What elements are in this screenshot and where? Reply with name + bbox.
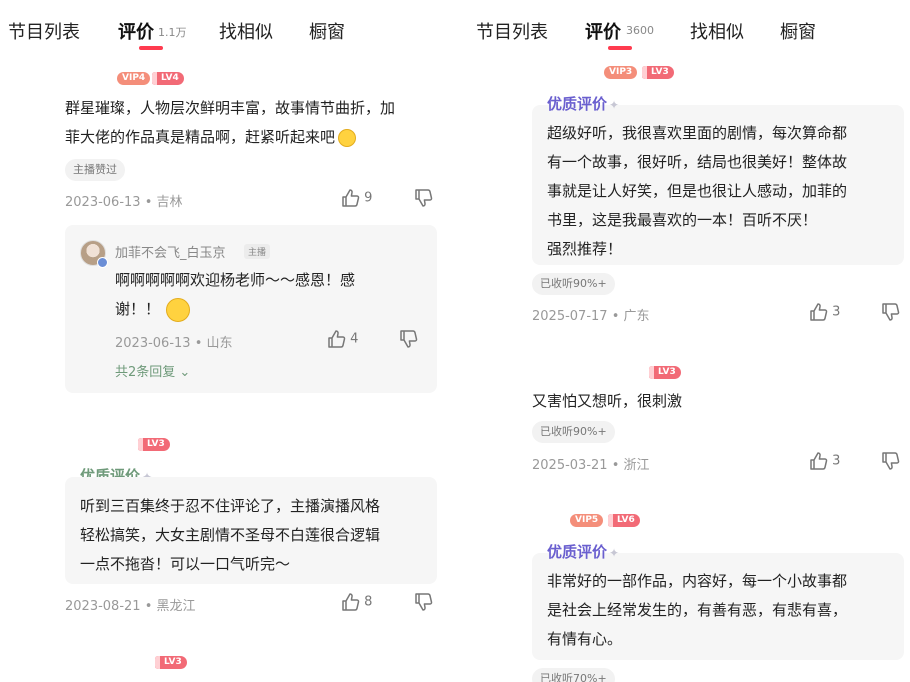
like-button[interactable]: 3 (808, 302, 840, 322)
grin-emoji (166, 297, 191, 322)
level-badge: LV3 (155, 656, 187, 669)
thumbs-up-icon (810, 303, 828, 321)
tab-reviews[interactable]: 评价 (585, 18, 621, 44)
level-badge: LV3 (649, 366, 681, 379)
thumbs-down-icon (400, 330, 418, 348)
thumbs-up-icon (342, 189, 360, 207)
like-count: 9 (364, 190, 373, 206)
host-tag: 主播 (244, 244, 271, 259)
comment-date: 2023-06-13 • 吉林 (65, 195, 183, 210)
comment-text: 超级好听，我很喜欢里面的剧情，每次算命都 有一个故事，很好听，结局也很美好！整体… (547, 124, 848, 258)
dislike-button[interactable] (413, 592, 433, 612)
thumbs-down-icon (882, 303, 900, 321)
tab-showcase[interactable]: 橱窗 (780, 18, 816, 44)
host-liked-tag: 主播赞过 (65, 159, 125, 181)
thumbs-down-icon (415, 189, 433, 207)
thumbs-down-icon (882, 452, 900, 470)
comment-date: 2023-08-21 • 黑龙江 (65, 599, 196, 614)
right-screen: 节目列表 评价 3600 找相似 橱窗 VIP3 LV3 优质评价 ✦ 超级好听，… (468, 0, 910, 682)
tab-find-similar[interactable]: 找相似 (219, 18, 273, 44)
like-count: 8 (364, 594, 373, 610)
reply-date: 2023-06-13 • 山东 (115, 336, 233, 351)
tab-showcase[interactable]: 橱窗 (309, 18, 345, 44)
comment-text: 又害怕又想听，很刺激 (532, 392, 683, 410)
review-count: 1.1万 (158, 26, 187, 39)
vip-badge: VIP4 (117, 72, 151, 85)
avatar[interactable] (80, 240, 108, 268)
comment-text: 群星璀璨，人物层次鲜明丰富，故事情节曲折，加 菲大佬的作品真是精品啊，赶紧听起来… (65, 99, 396, 147)
dislike-button[interactable] (413, 188, 433, 208)
starstruck-emoji (338, 128, 357, 147)
like-count: 3 (832, 304, 841, 320)
vip-badge: VIP5 (570, 514, 604, 527)
dislike-button[interactable] (880, 451, 900, 471)
active-tab-indicator (608, 46, 632, 50)
level-badge: LV3 (138, 438, 170, 451)
like-count: 3 (832, 453, 841, 469)
thumbs-up-icon (342, 593, 360, 611)
listened-progress-tag: 已收听90%+ (532, 421, 615, 443)
level-badge: LV3 (642, 66, 674, 79)
thumbs-up-icon (810, 452, 828, 470)
sparkle-icon: ✦ (609, 546, 620, 560)
tab-episode-list[interactable]: 节目列表 (8, 18, 80, 44)
level-badge: LV4 (152, 72, 184, 85)
comment-date: 2025-07-17 • 广东 (532, 309, 650, 324)
like-button[interactable]: 8 (340, 592, 372, 612)
vip-badge: VIP3 (604, 66, 638, 79)
active-tab-indicator (139, 46, 163, 50)
level-badge: LV6 (608, 514, 640, 527)
chevron-down-icon: ⌄ (179, 365, 191, 380)
reply-author[interactable]: 加菲不会飞_白玉京 (115, 242, 226, 261)
reply-like-button[interactable]: 4 (326, 329, 358, 349)
thumbs-down-icon (415, 593, 433, 611)
comment-date: 2025-03-21 • 浙江 (532, 458, 650, 473)
quality-review-label: 优质评价✦ (547, 95, 620, 113)
quality-review-label: 优质评价✦ (547, 543, 620, 561)
left-screen: 节目列表 评价 1.1万 找相似 橱窗 VIP4 LV4 群星璀璨，人物层次鲜明… (0, 0, 455, 682)
reply-text: 啊啊啊啊啊欢迎杨老师～～感恩！感 谢！！ (115, 266, 425, 324)
sparkle-icon: ✦ (609, 98, 620, 112)
listened-progress-tag: 已收听70%+ (532, 668, 615, 682)
tab-episode-list[interactable]: 节目列表 (476, 18, 548, 44)
comment-text: 听到三百集终于忍不住评论了，主播演播风格 轻松搞笑，大女主剧情不圣母不白莲很合逻… (80, 497, 381, 573)
tab-reviews[interactable]: 评价 (118, 18, 154, 44)
reply-dislike-button[interactable] (398, 329, 418, 349)
review-count: 3600 (626, 24, 654, 37)
more-replies-link[interactable]: 共2条回复 ⌄ (115, 361, 190, 380)
thumbs-up-icon (328, 330, 346, 348)
like-button[interactable]: 3 (808, 451, 840, 471)
comment-text: 非常好的一部作品，内容好，每一个小故事都 是社会上经常发生的，有善有恶，有悲有喜… (547, 572, 848, 648)
verified-icon (97, 257, 108, 268)
dislike-button[interactable] (880, 302, 900, 322)
listened-progress-tag: 已收听90%+ (532, 273, 615, 295)
like-count: 4 (350, 331, 359, 347)
like-button[interactable]: 9 (340, 188, 372, 208)
tab-find-similar[interactable]: 找相似 (690, 18, 744, 44)
